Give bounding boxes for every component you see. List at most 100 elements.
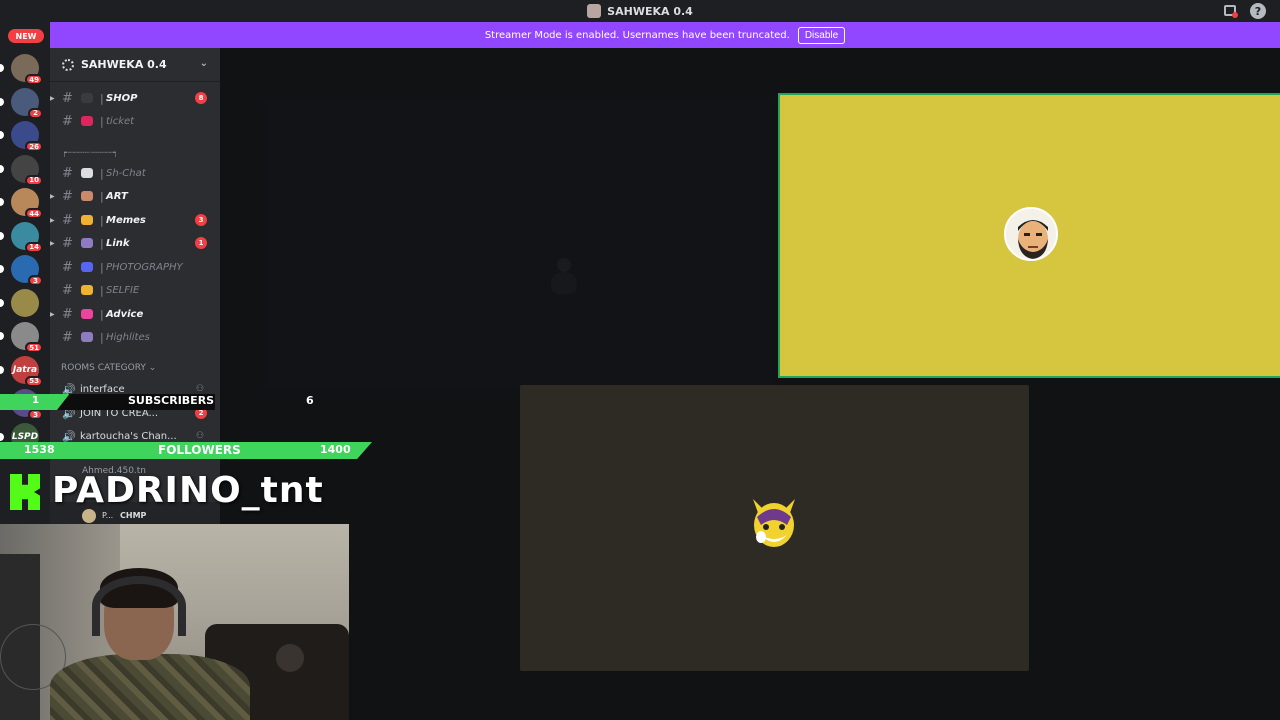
title-bar-actions: ? <box>1224 3 1266 19</box>
channel-emoji-icon <box>81 309 93 319</box>
server-icon[interactable]: Jatra <box>10 365 40 375</box>
disable-streamer-mode-button[interactable]: Disable <box>797 26 846 44</box>
channel-name: SHOP <box>106 92 138 104</box>
channel-name: Advice <box>106 308 144 320</box>
server-icon[interactable]: 51 <box>11 322 43 353</box>
channel-name: PHOTOGRAPHY <box>106 261 183 273</box>
mention-count-badge: 10 <box>25 174 43 186</box>
window-title: SAHWEKA 0.4 <box>607 4 693 18</box>
participant-tile-empty[interactable] <box>265 98 775 388</box>
server-badge-icon <box>62 58 74 71</box>
stream-overlay: 1 SUBSCRIBERS 6 1538 FOLLOWERS 1400 PADR… <box>0 390 380 525</box>
server-icon[interactable]: 14 <box>11 221 43 253</box>
mention-count-badge: 2 <box>28 107 43 119</box>
user-silhouette-icon <box>549 258 579 298</box>
hashtag-icon: # <box>62 282 73 298</box>
channel-emoji-icon <box>81 116 93 126</box>
followers-goal: 1400 <box>320 443 351 456</box>
subscribers-goal: 6 <box>306 394 314 407</box>
channel-separator: | <box>100 330 104 344</box>
unread-indicator: ▶ <box>50 310 55 318</box>
hashtag-icon: # <box>62 165 73 181</box>
hashtag-icon: # <box>62 306 73 322</box>
channel-separator: | <box>100 189 104 203</box>
unread-indicator: ▶ <box>50 239 55 247</box>
streamer-body <box>50 654 250 720</box>
channel-separator: | <box>100 260 104 274</box>
channel-item[interactable]: # | SELFIE <box>50 279 220 301</box>
channel-item[interactable]: ▶ # | Memes 3 <box>50 209 220 231</box>
channel-name: Memes <box>106 214 146 226</box>
mention-count-badge: 14 <box>25 241 43 253</box>
unread-indicator <box>0 97 4 106</box>
mention-count-badge: 3 <box>195 214 207 226</box>
unread-indicator: ▶ <box>50 94 55 102</box>
mention-count-badge: 51 <box>25 342 43 353</box>
channel-separator: | <box>100 166 104 180</box>
server-header[interactable]: SAHWEKA 0.4 ⌄ <box>50 48 220 82</box>
server-icon[interactable]: 44 <box>11 188 43 219</box>
channel-item[interactable]: ▶ # | SHOP 8 <box>50 87 220 109</box>
category-label: ROOMS CATEGORY <box>61 363 146 373</box>
voice-stage <box>220 48 1280 720</box>
participant-avatar <box>743 491 805 553</box>
mention-count-badge: 8 <box>195 92 207 104</box>
channel-name: SELFIE <box>106 284 140 296</box>
channel-item[interactable]: # | Highlites <box>50 326 220 348</box>
unread-indicator <box>0 164 4 173</box>
channel-item[interactable]: ▶ # | ART <box>50 185 220 207</box>
unread-indicator: ▶ <box>50 216 55 224</box>
hashtag-icon: # <box>62 188 73 204</box>
unread-indicator <box>0 198 4 206</box>
chevron-down-icon[interactable]: ⌄ <box>200 58 208 69</box>
participant-tile[interactable] <box>520 385 1029 671</box>
hashtag-icon: # <box>62 212 73 228</box>
unread-indicator <box>0 298 4 307</box>
unread-indicator <box>0 265 4 273</box>
mention-count-badge: 49 <box>25 74 43 85</box>
help-icon[interactable]: ? <box>1250 3 1266 19</box>
subscribers-count: 1 <box>32 395 39 406</box>
server-icon <box>587 4 602 18</box>
hashtag-icon: # <box>62 259 73 275</box>
mention-count-badge: 1 <box>195 237 207 249</box>
mention-count-badge: 44 <box>25 208 43 219</box>
participant-tile-speaking[interactable] <box>778 93 1280 378</box>
channel-emoji-icon <box>81 262 93 272</box>
channel-item[interactable]: # | ticket <box>50 110 220 132</box>
category-rooms[interactable]: ROOMS CATEGORY ⌄ <box>61 363 156 373</box>
channel-emoji-icon <box>81 332 93 342</box>
headset-icon <box>92 576 186 636</box>
server-icon[interactable]: 49 <box>11 54 43 85</box>
channel-emoji-icon <box>81 191 93 201</box>
unread-indicator <box>0 231 4 240</box>
unread-indicator <box>0 365 4 374</box>
channel-name: ticket <box>106 115 135 127</box>
channel-separator: | <box>100 307 104 321</box>
channel-item[interactable]: # | Sh-Chat <box>50 162 220 184</box>
channel-item[interactable]: ▶ # | Link 1 <box>50 232 220 254</box>
new-badge[interactable]: NEW <box>8 29 44 43</box>
channel-separator: | <box>100 236 104 250</box>
server-icon[interactable]: 26 <box>11 121 43 152</box>
server-icon[interactable]: 2 <box>11 87 43 119</box>
channel-item[interactable]: # | PHOTOGRAPHY <box>50 256 220 278</box>
server-icon[interactable]: 3 <box>11 255 43 286</box>
channel-name: Link <box>106 237 130 249</box>
channel-emoji-icon <box>81 215 93 225</box>
inbox-icon[interactable] <box>1224 5 1238 18</box>
channel-item[interactable]: ▶ # | Advice <box>50 303 220 325</box>
server-icon[interactable] <box>11 288 39 317</box>
channel-divider: ┍┄┄┄┄┄┄ ┄┄┄┄┄┄┑ <box>62 148 118 157</box>
hashtag-icon: # <box>62 235 73 251</box>
participant-avatar <box>1004 207 1058 261</box>
unread-indicator <box>0 332 4 340</box>
mention-count-badge: 26 <box>25 141 43 152</box>
streamer-name: PADRINO_tnt <box>52 470 324 511</box>
channel-separator: | <box>100 213 104 227</box>
mention-count-badge: 3 <box>28 275 43 286</box>
hashtag-icon: # <box>62 329 73 345</box>
server-icon[interactable]: 10 <box>11 154 43 186</box>
followers-label: FOLLOWERS <box>158 443 241 457</box>
channel-emoji-icon <box>81 285 93 295</box>
